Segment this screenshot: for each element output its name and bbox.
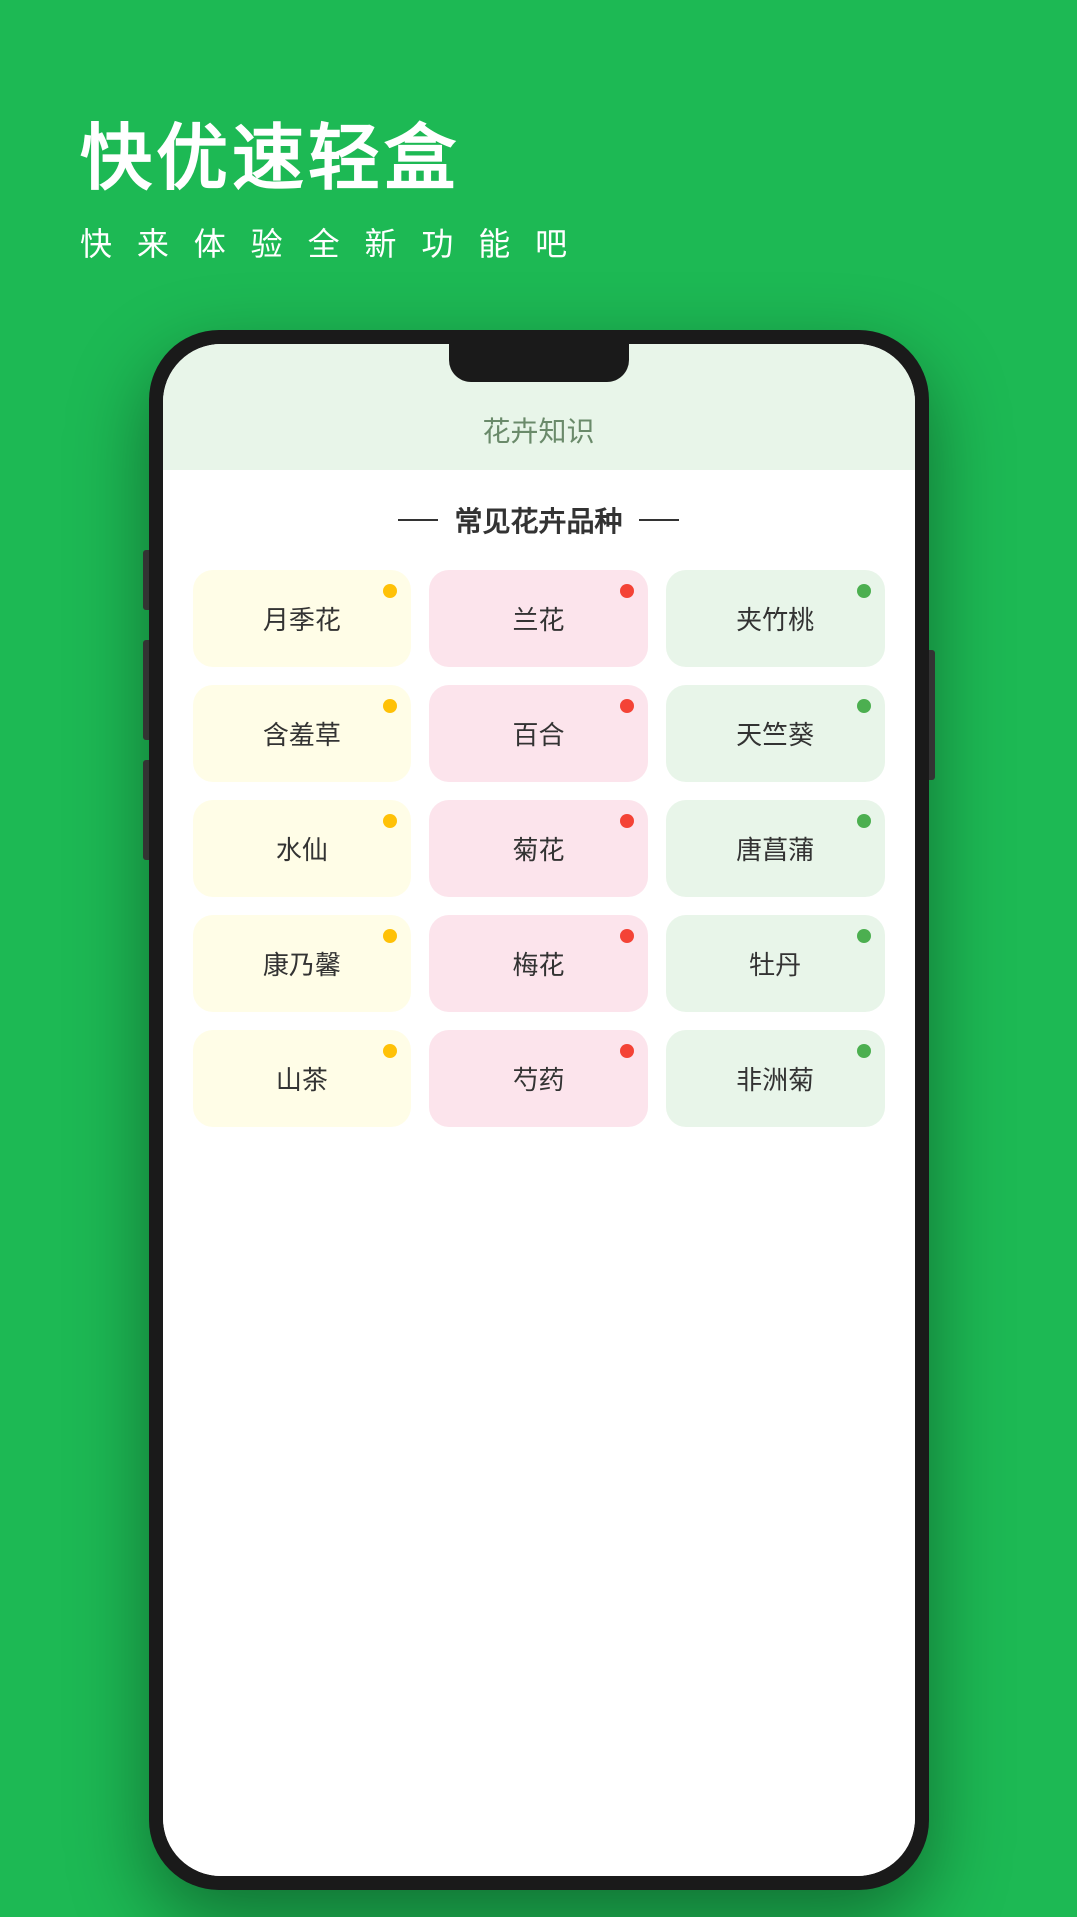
app-subtitle: 快 来 体 验 全 新 功 能 吧 [80, 219, 575, 265]
flower-name: 康乃馨 [263, 945, 341, 982]
flower-dot [383, 699, 397, 713]
header-section: 快优速轻盒 快 来 体 验 全 新 功 能 吧 [80, 120, 575, 265]
flower-dot [620, 929, 634, 943]
phone-screen-title: 花卉知识 [163, 410, 915, 450]
flower-name: 芍药 [512, 1060, 564, 1097]
phone-side-button-3 [143, 760, 149, 860]
flower-card[interactable]: 山茶 [193, 1030, 412, 1127]
flower-name: 兰花 [512, 600, 564, 637]
flower-card[interactable]: 含羞草 [193, 685, 412, 782]
background: 快优速轻盒 快 来 体 验 全 新 功 能 吧 花卉知识 常见花卉品种 [0, 0, 1077, 1917]
phone-header: 花卉知识 [163, 394, 915, 470]
flower-name: 百合 [512, 715, 564, 752]
flower-dot [383, 1044, 397, 1058]
flower-card[interactable]: 夹竹桃 [666, 570, 885, 667]
flower-name: 水仙 [276, 830, 328, 867]
flower-name: 梅花 [512, 945, 564, 982]
flower-name: 夹竹桃 [736, 600, 814, 637]
phone-content: 常见花卉品种 月季花 兰花 夹竹桃含羞草 百合 天竺葵水仙 菊花 唐菖蒲康乃馨 梅花 牡丹山茶 芍… [163, 470, 915, 1876]
flower-dot [857, 814, 871, 828]
phone-notch [449, 344, 629, 382]
flower-grid: 月季花 兰花 夹竹桃含羞草 百合 天竺葵水仙 菊花 唐菖蒲康乃馨 梅花 牡丹山茶 芍药 非洲菊 [193, 570, 885, 1127]
flower-dot [620, 814, 634, 828]
flower-name: 山茶 [276, 1060, 328, 1097]
app-title: 快优速轻盒 [80, 120, 575, 199]
flower-name: 月季花 [263, 600, 341, 637]
flower-dot [383, 584, 397, 598]
flower-card[interactable]: 非洲菊 [666, 1030, 885, 1127]
phone-inner: 花卉知识 常见花卉品种 月季花 兰花 夹竹桃含羞草 百合 天竺葵水仙 菊花 唐菖蒲康乃馨 梅花… [163, 344, 915, 1876]
flower-card[interactable]: 牡丹 [666, 915, 885, 1012]
flower-card[interactable]: 芍药 [429, 1030, 648, 1127]
flower-dot [383, 814, 397, 828]
flower-dot [620, 584, 634, 598]
flower-name: 牡丹 [749, 945, 801, 982]
flower-dot [857, 1044, 871, 1058]
flower-card[interactable]: 水仙 [193, 800, 412, 897]
flower-card[interactable]: 兰花 [429, 570, 648, 667]
flower-name: 含羞草 [263, 715, 341, 752]
flower-name: 非洲菊 [736, 1060, 814, 1097]
flower-dot [857, 699, 871, 713]
phone-side-button-2 [143, 640, 149, 740]
flower-dot [857, 929, 871, 943]
flower-dot [857, 584, 871, 598]
flower-name: 菊花 [512, 830, 564, 867]
phone-side-button-1 [143, 550, 149, 610]
flower-name: 唐菖蒲 [736, 830, 814, 867]
flower-dot [620, 1044, 634, 1058]
flower-card[interactable]: 康乃馨 [193, 915, 412, 1012]
flower-card[interactable]: 月季花 [193, 570, 412, 667]
flower-card[interactable]: 菊花 [429, 800, 648, 897]
flower-card[interactable]: 唐菖蒲 [666, 800, 885, 897]
phone-screen: 花卉知识 常见花卉品种 月季花 兰花 夹竹桃含羞草 百合 天竺葵水仙 菊花 唐菖蒲康乃馨 梅花… [163, 344, 915, 1876]
phone-side-button-right [929, 650, 935, 780]
flower-dot [620, 699, 634, 713]
flower-name: 天竺葵 [736, 715, 814, 752]
phone-mockup: 花卉知识 常见花卉品种 月季花 兰花 夹竹桃含羞草 百合 天竺葵水仙 菊花 唐菖蒲康乃馨 梅花… [149, 330, 929, 1890]
flower-dot [383, 929, 397, 943]
flower-card[interactable]: 梅花 [429, 915, 648, 1012]
section-title: 常见花卉品种 [193, 500, 885, 540]
flower-card[interactable]: 天竺葵 [666, 685, 885, 782]
flower-card[interactable]: 百合 [429, 685, 648, 782]
